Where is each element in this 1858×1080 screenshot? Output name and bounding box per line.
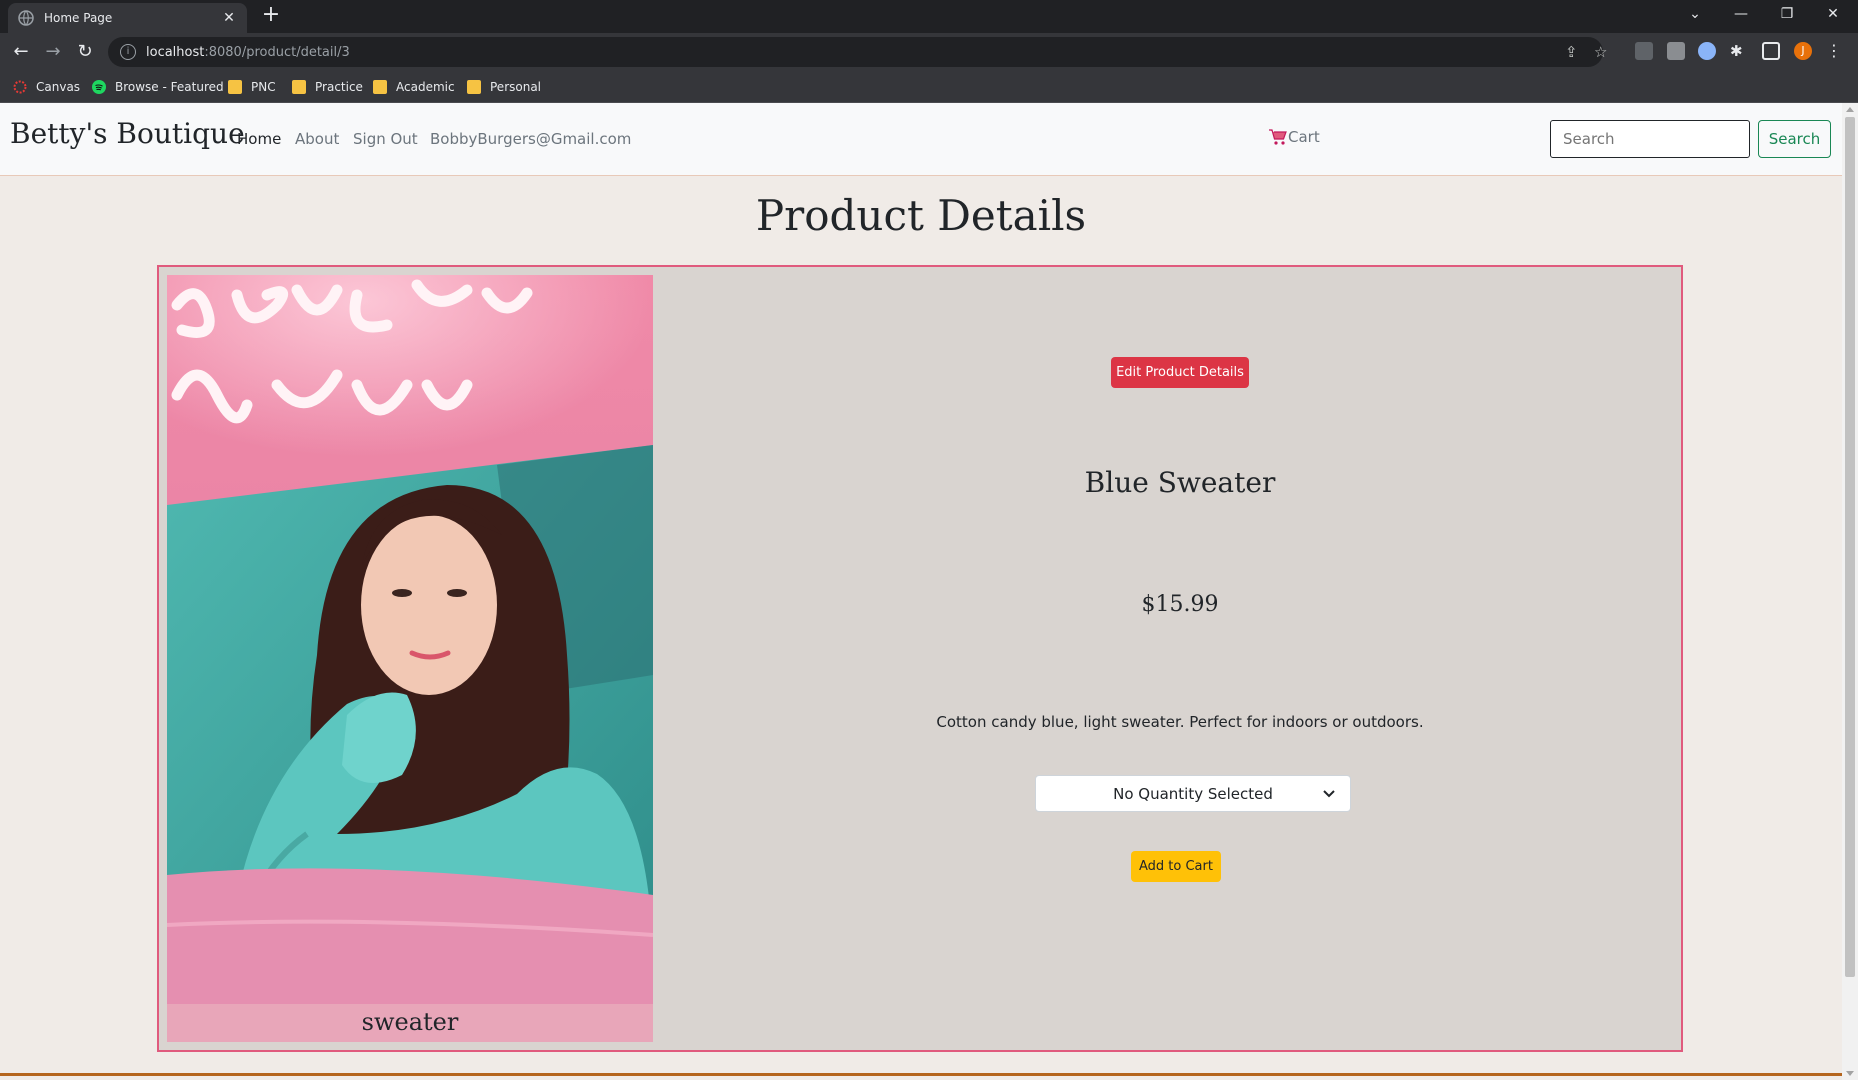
quantity-select[interactable]: No Quantity Selected bbox=[1035, 775, 1351, 812]
browser-tab[interactable]: Home Page ✕ bbox=[8, 3, 247, 33]
folder-icon bbox=[467, 80, 481, 94]
minimize-button[interactable]: — bbox=[1718, 0, 1764, 28]
profile-avatar[interactable]: J bbox=[1794, 42, 1812, 60]
scroll-up-arrow-icon[interactable] bbox=[1846, 107, 1854, 112]
tab-close-icon[interactable]: ✕ bbox=[221, 10, 237, 26]
tab-title: Home Page bbox=[44, 11, 113, 25]
product-details-panel: Edit Product Details Blue Sweater $15.99… bbox=[653, 267, 1683, 1050]
pen-extension-icon[interactable] bbox=[1635, 42, 1653, 60]
search-button[interactable]: Search bbox=[1758, 120, 1831, 158]
close-window-button[interactable]: ✕ bbox=[1810, 0, 1856, 28]
spotify-icon bbox=[92, 80, 106, 94]
browser-tabstrip: Home Page ✕ + ⌄ — ❐ ✕ bbox=[0, 0, 1858, 33]
nav-home[interactable]: Home bbox=[237, 130, 281, 148]
extension-icon[interactable] bbox=[1667, 42, 1685, 60]
folder-icon bbox=[292, 80, 306, 94]
address-bar[interactable]: i localhost:8080/product/detail/3 ⇪ ☆ bbox=[108, 37, 1607, 67]
nav-user-email[interactable]: BobbyBurgers@Gmail.com bbox=[430, 130, 631, 148]
tab-search-icon[interactable]: ⌄ bbox=[1672, 0, 1718, 28]
bookmark-personal[interactable]: Personal bbox=[467, 77, 541, 97]
chevron-down-icon bbox=[1323, 790, 1335, 798]
product-image-caption: sweater bbox=[167, 1004, 653, 1042]
edit-product-button[interactable]: Edit Product Details bbox=[1111, 357, 1249, 388]
menu-dots-icon[interactable]: ⋮ bbox=[1826, 42, 1844, 60]
product-photo-illustration bbox=[167, 275, 653, 1004]
bookmark-canvas[interactable]: Canvas bbox=[13, 77, 80, 97]
folder-icon bbox=[228, 80, 242, 94]
folder-icon bbox=[373, 80, 387, 94]
puzzle-icon[interactable]: ✱ bbox=[1730, 42, 1748, 60]
scroll-down-arrow-icon[interactable] bbox=[1846, 1071, 1854, 1076]
page-title: Product Details bbox=[755, 191, 1087, 240]
product-image bbox=[167, 275, 653, 1004]
bookmark-pnc[interactable]: PNC bbox=[228, 77, 276, 97]
bookmark-star-icon[interactable]: ☆ bbox=[1594, 43, 1607, 61]
forward-arrow-icon[interactable]: → bbox=[40, 40, 66, 64]
share-icon[interactable]: ⇪ bbox=[1565, 43, 1578, 61]
bookmark-practice[interactable]: Practice bbox=[292, 77, 363, 97]
restore-button[interactable]: ❐ bbox=[1764, 0, 1810, 28]
product-name: Blue Sweater bbox=[1084, 466, 1276, 499]
quantity-select-value: No Quantity Selected bbox=[1113, 784, 1273, 803]
search-input[interactable] bbox=[1550, 120, 1750, 158]
url-text: localhost:8080/product/detail/3 bbox=[146, 44, 350, 60]
bookmarks-bar: Canvas Browse - Featured PNC Practice Ac… bbox=[0, 71, 1858, 103]
site-info-icon[interactable]: i bbox=[120, 44, 136, 60]
reload-icon[interactable]: ↻ bbox=[72, 40, 98, 64]
nav-sign-out[interactable]: Sign Out bbox=[353, 130, 418, 148]
nav-about[interactable]: About bbox=[295, 130, 339, 148]
bookmark-browse-featured[interactable]: Browse - Featured bbox=[92, 77, 224, 97]
sidepanel-icon[interactable] bbox=[1762, 42, 1780, 60]
site-navbar: Betty's Boutique Home About Sign Out Bob… bbox=[0, 103, 1842, 176]
globe-icon bbox=[18, 10, 34, 26]
footer-divider bbox=[0, 1073, 1842, 1076]
cart-icon bbox=[1269, 129, 1287, 145]
scrollbar-thumb[interactable] bbox=[1845, 117, 1855, 977]
canvas-icon bbox=[13, 80, 27, 94]
page-scrollbar[interactable] bbox=[1842, 103, 1858, 1080]
extension-circle-icon[interactable] bbox=[1698, 42, 1716, 60]
product-card: sweater Edit Product Details Blue Sweate… bbox=[157, 265, 1683, 1052]
web-page: Betty's Boutique Home About Sign Out Bob… bbox=[0, 103, 1842, 1080]
product-description: Cotton candy blue, light sweater. Perfec… bbox=[936, 713, 1424, 731]
bookmark-academic[interactable]: Academic bbox=[373, 77, 455, 97]
new-tab-button[interactable]: + bbox=[260, 4, 282, 27]
add-to-cart-button[interactable]: Add to Cart bbox=[1131, 851, 1221, 882]
cart-label: Cart bbox=[1288, 128, 1320, 146]
product-price: $15.99 bbox=[1141, 592, 1219, 617]
back-arrow-icon[interactable]: ← bbox=[8, 40, 34, 64]
brand-logo[interactable]: Betty's Boutique bbox=[10, 117, 245, 150]
cart-link[interactable]: Cart bbox=[1268, 128, 1320, 146]
browser-toolbar: ← → ↻ i localhost:8080/product/detail/3 … bbox=[0, 33, 1858, 71]
